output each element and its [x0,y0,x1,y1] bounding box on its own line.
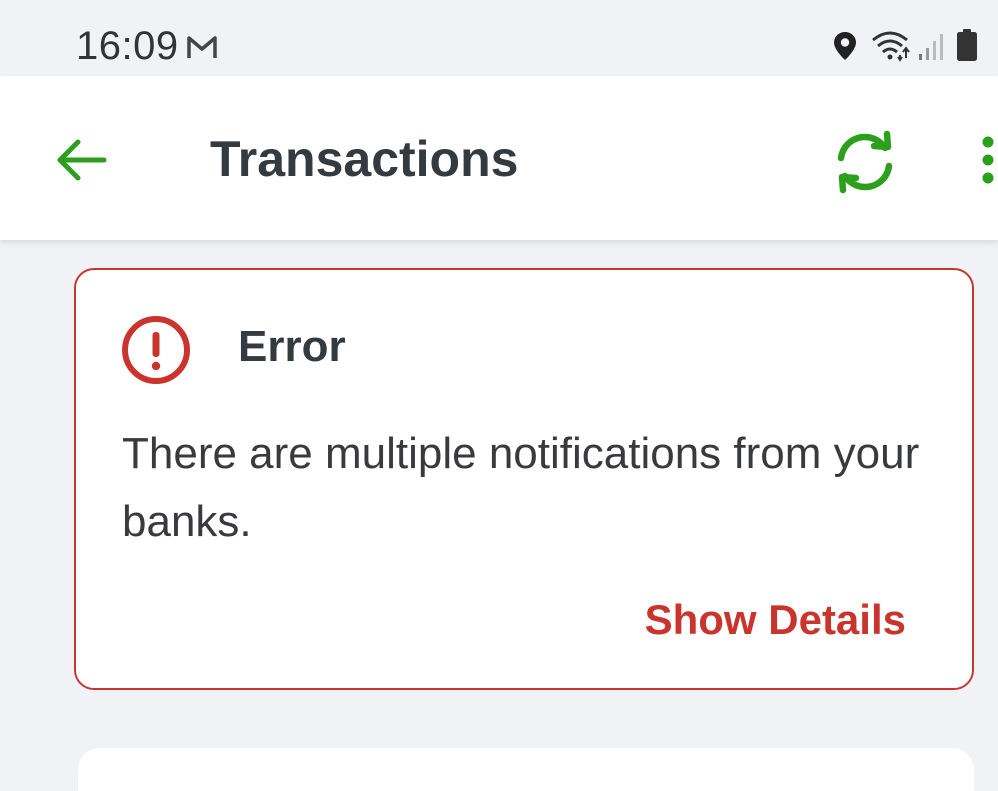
sync-icon [837,130,893,194]
back-button[interactable] [46,132,118,188]
wifi-icon [872,31,910,62]
app-bar: Transactions [0,76,998,240]
transactions-screen: 16:09 Transactions Error There are multi… [0,0,998,791]
status-bar: 16:09 [0,0,998,76]
more-options-button[interactable] [970,132,998,196]
show-details-button[interactable]: Show Details [645,596,906,644]
error-circle-icon [122,316,190,384]
transaction-card [78,748,974,791]
arrow-left-icon [57,139,107,181]
location-icon [834,32,856,60]
page-title: Transactions [210,131,519,187]
battery-icon [957,29,977,61]
sync-button[interactable] [830,130,900,194]
signal-icon [919,34,943,60]
error-notification-card: Error There are multiple notifications f… [74,268,974,690]
error-title: Error [238,322,346,371]
more-vertical-icon [982,136,994,184]
status-time: 16:09 [76,24,179,68]
gmail-icon [187,36,217,58]
error-message: There are multiple notifications from yo… [122,429,920,546]
